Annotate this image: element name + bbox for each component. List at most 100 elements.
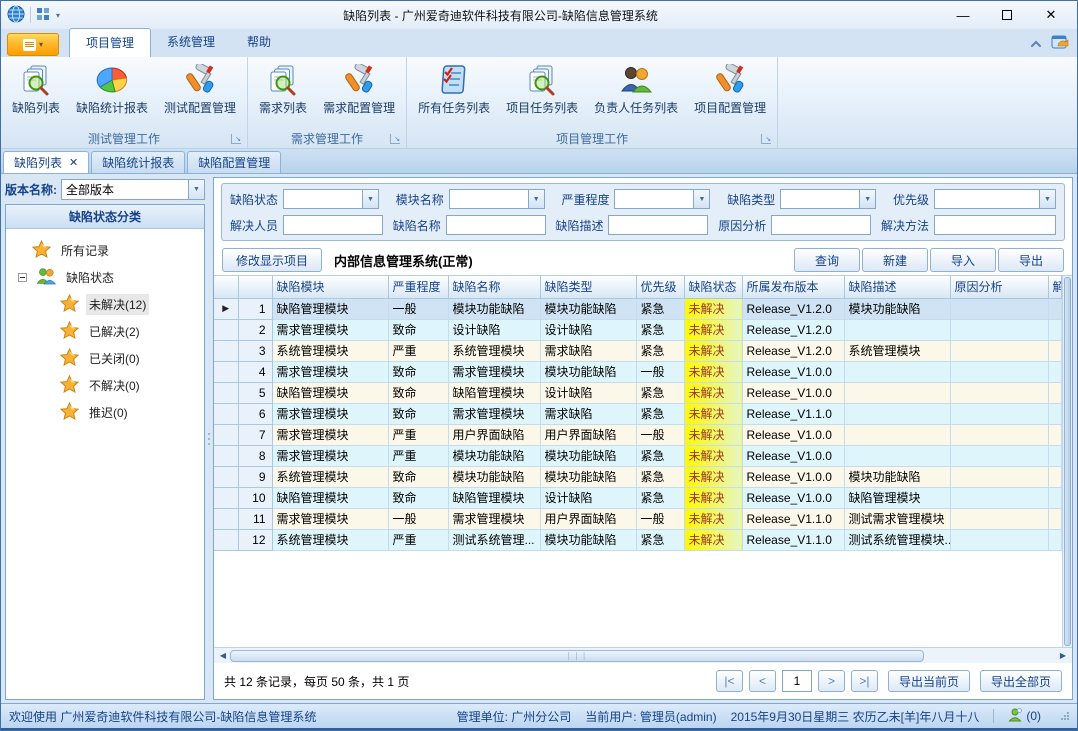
table-row[interactable]: 11需求管理模块一般需求管理模块用户界面缺陷一般未解决Release_V1.1.…	[214, 508, 1062, 529]
column-header-priority[interactable]: 优先级	[636, 276, 684, 298]
vertical-scrollbar-thumb[interactable]	[1064, 277, 1071, 646]
table-row[interactable]: ▶1缺陷管理模块一般模块功能缺陷模块功能缺陷紧急未解决Release_V1.2.…	[214, 298, 1062, 319]
table-row[interactable]: 10缺陷管理模块致命缺陷管理模块设计缺陷紧急未解决Release_V1.0.0缺…	[214, 487, 1062, 508]
first-page-button[interactable]: |<	[716, 670, 743, 692]
chevron-down-icon[interactable]: ▼	[528, 190, 544, 208]
ribbon-button-requirement-config[interactable]: 需求配置管理	[316, 60, 402, 129]
cell-release-version: Release_V1.2.0	[742, 298, 844, 319]
ribbon-tab-help[interactable]: 帮助	[231, 28, 287, 57]
ribbon-button-project-config[interactable]: 项目配置管理	[687, 60, 773, 129]
export-current-page-button[interactable]: 导出当前页	[888, 670, 970, 692]
dialog-launcher-icon[interactable]: ↘	[231, 134, 241, 144]
table-row[interactable]: 2需求管理模块致命设计缺陷设计缺陷紧急未解决Release_V1.2.0	[214, 319, 1062, 340]
message-count[interactable]: (0)	[1026, 709, 1041, 723]
dialog-launcher-icon[interactable]: ↘	[761, 134, 771, 144]
table-row[interactable]: 7需求管理模块严重用户界面缺陷用户界面缺陷一般未解决Release_V1.0.0	[214, 424, 1062, 445]
chevron-down-icon[interactable]: ▼	[693, 190, 709, 208]
page-number-input[interactable]	[782, 670, 812, 692]
ribbon-button-all-tasks[interactable]: 所有任务列表	[411, 60, 497, 129]
quick-access-grid-icon[interactable]	[36, 7, 51, 24]
cell-status: 未解决	[684, 319, 742, 340]
table-row[interactable]: 12系统管理模块严重测试系统管理...模块功能缺陷紧急未解决Release_V1…	[214, 529, 1062, 550]
defect-desc-input[interactable]	[608, 215, 708, 235]
table-row[interactable]: 3系统管理模块严重系统管理模块需求缺陷紧急未解决Release_V1.2.0系统…	[214, 340, 1062, 361]
ribbon-button-requirement-list[interactable]: 需求列表	[252, 60, 314, 129]
column-header-module[interactable]: 缺陷模块	[272, 276, 388, 298]
solution-input[interactable]	[934, 215, 1056, 235]
column-header-name[interactable]: 缺陷名称	[448, 276, 540, 298]
online-user-icon[interactable]	[1008, 708, 1022, 725]
tree-item-unresolved[interactable]: 未解决(12)	[6, 291, 204, 318]
import-button[interactable]: 导入	[930, 248, 996, 272]
dialog-launcher-icon[interactable]: ↘	[390, 134, 400, 144]
table-row[interactable]: 4需求管理模块致命需求管理模块模块功能缺陷一般未解决Release_V1.0.0	[214, 361, 1062, 382]
column-header-type[interactable]: 缺陷类型	[540, 276, 636, 298]
new-button[interactable]: 新建	[862, 248, 928, 272]
tree-item-resolved[interactable]: 已解决(2)	[6, 318, 204, 345]
ribbon-button-owner-tasks[interactable]: 负责人任务列表	[587, 60, 685, 129]
defect-name-input[interactable]	[446, 215, 546, 235]
cause-analysis-input[interactable]	[771, 215, 871, 235]
chevron-down-icon[interactable]: ▼	[859, 190, 875, 208]
ribbon-button-defect-stats-report[interactable]: 缺陷统计报表	[69, 60, 155, 129]
tree-item-all-records[interactable]: 所有记录	[6, 237, 204, 264]
defect-status-dropdown[interactable]: ▼	[283, 189, 379, 209]
minimize-button[interactable]: —	[941, 2, 985, 28]
close-button[interactable]: ✕	[1029, 2, 1073, 28]
priority-dropdown[interactable]: ▼	[934, 189, 1056, 209]
vertical-scrollbar[interactable]	[1062, 276, 1072, 647]
tree-item-wontfix[interactable]: 不解决(0)	[6, 372, 204, 399]
module-name-dropdown[interactable]: ▼	[449, 189, 545, 209]
ribbon-button-defect-list[interactable]: 缺陷列表	[5, 60, 67, 129]
table-row[interactable]: 9系统管理模块致命模块功能缺陷模块功能缺陷紧急未解决Release_V1.0.0…	[214, 466, 1062, 487]
column-header-analysis[interactable]: 原因分析	[950, 276, 1048, 298]
column-header-status[interactable]: 缺陷状态	[684, 276, 742, 298]
resolver-input[interactable]	[283, 215, 383, 235]
resize-grip[interactable]	[1061, 712, 1069, 720]
chevron-down-icon[interactable]: ▼	[362, 190, 378, 208]
column-header-severity[interactable]: 严重程度	[388, 276, 448, 298]
version-combobox[interactable]: 全部版本 ▼	[61, 179, 205, 200]
export-all-pages-button[interactable]: 导出全部页	[980, 670, 1062, 692]
table-row[interactable]: 8需求管理模块严重模块功能缺陷模块功能缺陷紧急未解决Release_V1.0.0	[214, 445, 1062, 466]
export-button[interactable]: 导出	[998, 248, 1064, 272]
defect-table: 缺陷模块严重程度缺陷名称缺陷类型优先级缺陷状态所属发布版本缺陷描述原因分析解决方…	[214, 276, 1062, 551]
maximize-button[interactable]	[985, 2, 1029, 28]
table-row[interactable]: 5缺陷管理模块致命缺陷管理模块设计缺陷紧急未解决Release_V1.0.0	[214, 382, 1062, 403]
ribbon-button-test-config[interactable]: 测试配置管理	[157, 60, 243, 129]
tree-item-closed[interactable]: 已关闭(0)	[6, 345, 204, 372]
cell-priority: 紧急	[636, 487, 684, 508]
tree-collapse-icon[interactable]	[18, 273, 27, 282]
severity-dropdown[interactable]: ▼	[614, 189, 710, 209]
chevron-down-icon[interactable]: ▼	[188, 180, 204, 199]
ribbon-tab-project-management[interactable]: 项目管理	[69, 28, 151, 57]
ribbon-collapse-chevron-icon[interactable]	[1029, 37, 1043, 51]
application-menu-button[interactable]: ▾	[7, 33, 59, 56]
scroll-left-arrow-icon[interactable]: ◀	[216, 651, 230, 660]
defect-type-dropdown[interactable]: ▼	[780, 189, 876, 209]
column-header-solution[interactable]: 解决方法	[1048, 276, 1062, 298]
prev-page-button[interactable]: <	[749, 670, 776, 692]
tree-item-defect-status[interactable]: 缺陷状态	[6, 264, 204, 291]
tab-close-icon[interactable]: ✕	[69, 156, 78, 169]
scroll-right-arrow-icon[interactable]: ▶	[1056, 651, 1070, 660]
cell-severity: 致命	[388, 382, 448, 403]
chevron-down-icon[interactable]: ▼	[1039, 190, 1055, 208]
query-button[interactable]: 查询	[794, 248, 860, 272]
sidebar-splitter[interactable]	[205, 177, 213, 700]
horizontal-scrollbar-thumb[interactable]: ❘❘❘	[230, 650, 924, 662]
last-page-button[interactable]: >|	[851, 670, 878, 692]
document-tab-defect-list[interactable]: 缺陷列表✕	[3, 151, 89, 173]
ribbon-button-project-tasks[interactable]: 项目任务列表	[499, 60, 585, 129]
table-row[interactable]: 6需求管理模块致命需求管理模块需求缺陷紧急未解决Release_V1.1.0	[214, 403, 1062, 424]
help-about-icon[interactable]	[1051, 34, 1069, 53]
ribbon-tab-system-management[interactable]: 系统管理	[151, 28, 231, 57]
tree-item-postponed[interactable]: 推迟(0)	[6, 399, 204, 426]
column-header-description[interactable]: 缺陷描述	[844, 276, 950, 298]
document-tab-defect-config[interactable]: 缺陷配置管理	[187, 151, 281, 173]
modify-display-items-button[interactable]: 修改显示项目	[222, 248, 322, 272]
horizontal-scrollbar[interactable]: ◀ ❘❘❘ ▶	[214, 647, 1072, 663]
next-page-button[interactable]: >	[818, 670, 845, 692]
document-tab-defect-stats-report[interactable]: 缺陷统计报表	[91, 151, 185, 173]
column-header-release-version[interactable]: 所属发布版本	[742, 276, 844, 298]
